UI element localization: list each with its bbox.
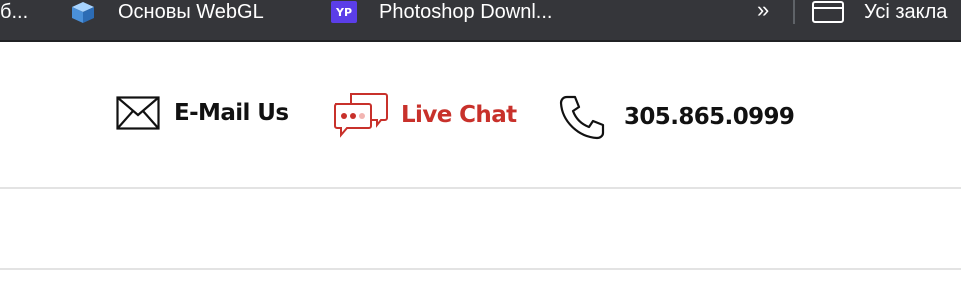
email-label: E-Mail Us: [174, 100, 289, 126]
bookmark-label: Основы WebGL: [118, 1, 264, 23]
divider-line: [0, 268, 961, 270]
chat-bubbles-icon: [333, 92, 389, 138]
divider-line: [0, 187, 961, 189]
live-chat-label: Live Chat: [401, 102, 517, 128]
all-bookmarks-button[interactable]: Усі закла: [812, 0, 947, 24]
cube-icon: [70, 1, 96, 23]
yp-icon: YP: [331, 1, 357, 23]
phone-link[interactable]: 305.865.0999: [558, 94, 795, 140]
bookmark-label: б...: [0, 1, 29, 23]
folder-icon: [812, 1, 844, 23]
bookmark-item-truncated[interactable]: б...: [0, 0, 28, 24]
envelope-icon: [116, 96, 160, 130]
bookmarks-divider: [793, 0, 795, 24]
bookmark-item-webgl[interactable]: Основы WebGL: [70, 0, 264, 24]
overflow-chevron-button[interactable]: »: [757, 0, 769, 22]
phone-number: 305.865.0999: [624, 104, 795, 130]
phone-icon: [558, 94, 606, 140]
all-bookmarks-label: Усі закла: [864, 1, 948, 23]
live-chat-link[interactable]: Live Chat: [333, 92, 517, 138]
email-link[interactable]: E-Mail Us: [116, 96, 289, 130]
bookmark-label: Photoshop Downl...: [379, 1, 553, 23]
bookmark-item-photoshop[interactable]: YP Photoshop Downl...: [331, 0, 552, 24]
svg-text:YP: YP: [335, 6, 352, 19]
bookmarks-bar: б... Основы WebGL YP Photoshop Downl... …: [0, 0, 961, 42]
